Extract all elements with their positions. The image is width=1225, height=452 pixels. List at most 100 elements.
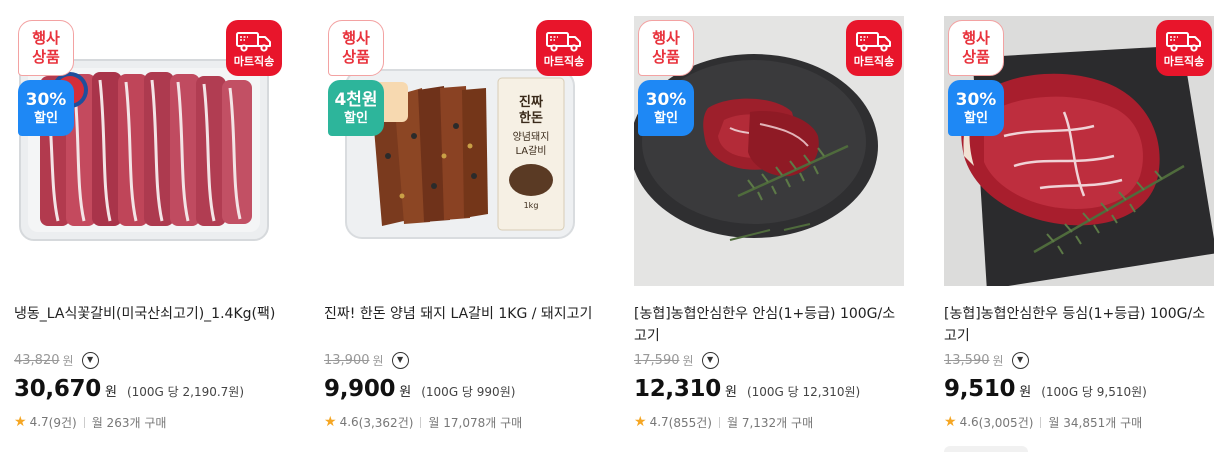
product-title[interactable]: 냉동_LA식꽃갈비(미국산쇠고기)_1.4Kg(팩)	[14, 303, 284, 325]
event-badge: 행사 상품	[328, 20, 384, 76]
price-row: 12,310 원 (100G 당 12,310원)	[634, 376, 860, 406]
truck-icon	[546, 31, 581, 52]
discount-amount: 30%	[955, 89, 997, 110]
star-icon: ★	[944, 414, 957, 430]
star-icon: ★	[324, 414, 337, 430]
chevron-down-icon[interactable]: ▼	[1011, 351, 1029, 369]
sale-price: 30,670	[14, 376, 101, 402]
original-price-row: 17,590 원 ▼	[634, 351, 719, 369]
mart-delivery-badge: 마트직송	[846, 20, 902, 76]
original-price: 13,590	[944, 352, 990, 368]
sale-price-unit: 원	[399, 385, 412, 400]
svg-text:1kg: 1kg	[524, 201, 539, 210]
sale-price: 9,900	[324, 376, 396, 402]
monthly-purchases: 월 7,132개 구매	[726, 415, 814, 430]
unit-price: (100G 당 2,190.7원)	[126, 385, 245, 399]
unit-price: (100G 당 9,510원)	[1041, 385, 1147, 399]
svg-text:양념돼지: 양념돼지	[513, 131, 550, 143]
product-title[interactable]: [농협]농협안심한우 등심(1+등급) 100G/소고기	[944, 303, 1214, 347]
rating-value: 4.6	[339, 415, 359, 429]
product-image[interactable]: 행사 상품 30% 할인 마트직송	[634, 16, 904, 286]
product-card[interactable]: 행사 상품 30% 할인 마트직송 [농협]농협안심한우 등심(1+등급) 10…	[944, 0, 1216, 452]
unit-price: (100G 당 12,310원)	[746, 385, 861, 399]
star-icon: ★	[14, 414, 27, 430]
discount-label: 할인	[964, 110, 988, 126]
mart-delivery-label: 마트직송	[233, 54, 275, 68]
discount-badge: 4천원 할인	[328, 80, 384, 136]
sale-price-unit: 원	[1019, 385, 1032, 400]
truck-icon	[1166, 31, 1201, 52]
star-icon: ★	[634, 414, 647, 430]
rating-row: ★ 4.7 (9건) 월 263개 구매	[14, 413, 166, 431]
sale-price-unit: 원	[104, 385, 117, 400]
sale-price: 9,510	[944, 376, 1016, 402]
divider	[718, 416, 720, 428]
original-price-row: 43,820 원 ▼	[14, 351, 99, 369]
product-grid: 행사 상품 30% 할인 마트직송 냉동_LA식꽃갈비(미국산쇠고기)_1.4K…	[0, 0, 1225, 452]
rating-value: 4.7	[649, 415, 669, 429]
chevron-down-icon[interactable]: ▼	[701, 351, 719, 369]
product-title[interactable]: 진짜! 한돈 양념 돼지 LA갈비 1KG / 돼지고기	[324, 303, 594, 325]
truck-icon	[236, 31, 271, 52]
discount-label: 할인	[654, 110, 678, 126]
review-count: (855건)	[668, 415, 712, 430]
mart-delivery-badge: 마트직송	[1156, 20, 1212, 76]
product-image[interactable]: 행사 상품 30% 할인 마트직송	[14, 16, 284, 286]
monthly-purchases: 월 34,851개 구매	[1048, 415, 1143, 430]
divider	[420, 416, 422, 428]
svg-text:LA갈비: LA갈비	[515, 144, 546, 157]
product-card[interactable]: 행사 상품 30% 할인 마트직송 냉동_LA식꽃갈비(미국산쇠고기)_1.4K…	[14, 0, 286, 452]
review-count: (9건)	[48, 415, 77, 430]
mart-delivery-badge: 마트직송	[536, 20, 592, 76]
price-row: 9,900 원 (100G 당 990원)	[324, 376, 515, 406]
svg-text:한돈: 한돈	[519, 110, 543, 126]
discount-label: 할인	[34, 110, 58, 126]
add-to-cart-button[interactable]	[944, 446, 1028, 452]
product-title[interactable]: [농협]농협안심한우 안심(1+등급) 100G/소고기	[634, 303, 904, 347]
chevron-down-icon[interactable]: ▼	[391, 351, 409, 369]
mart-delivery-badge: 마트직송	[226, 20, 282, 76]
price-row: 30,670 원 (100G 당 2,190.7원)	[14, 376, 244, 406]
review-count: (3,362건)	[358, 415, 414, 430]
divider	[1040, 416, 1042, 428]
product-image[interactable]: 행사 상품 30% 할인 마트직송	[944, 16, 1214, 286]
mart-delivery-label: 마트직송	[543, 54, 585, 68]
rating-row: ★ 4.6 (3,362건) 월 17,078개 구매	[324, 413, 522, 431]
monthly-purchases: 월 17,078개 구매	[428, 415, 523, 430]
truck-icon	[856, 31, 891, 52]
discount-badge: 30% 할인	[638, 80, 694, 136]
original-price-row: 13,590 원 ▼	[944, 351, 1029, 369]
review-count: (3,005건)	[978, 415, 1034, 430]
discount-badge: 30% 할인	[18, 80, 74, 136]
discount-label: 할인	[344, 110, 368, 126]
sale-price-unit: 원	[724, 385, 737, 400]
unit-price: (100G 당 990원)	[421, 385, 516, 399]
event-badge: 행사 상품	[18, 20, 74, 76]
rating-row: ★ 4.7 (855건) 월 7,132개 구매	[634, 413, 813, 431]
monthly-purchases: 월 263개 구매	[91, 415, 167, 430]
mart-delivery-label: 마트직송	[853, 54, 895, 68]
original-price-unit: 원	[372, 353, 384, 368]
price-row: 9,510 원 (100G 당 9,510원)	[944, 376, 1147, 406]
rating-value: 4.6	[959, 415, 979, 429]
divider	[83, 416, 85, 428]
product-card[interactable]: 행사 상품 30% 할인 마트직송 [농협]농협안심한우 안심(1+등급) 10…	[634, 0, 906, 452]
original-price-unit: 원	[682, 353, 694, 368]
event-badge: 행사 상품	[948, 20, 1004, 76]
discount-amount: 30%	[25, 89, 67, 110]
rating-value: 4.7	[29, 415, 49, 429]
sale-price: 12,310	[634, 376, 721, 402]
original-price-unit: 원	[992, 353, 1004, 368]
original-price: 13,900	[324, 352, 370, 368]
original-price-unit: 원	[62, 353, 74, 368]
event-badge: 행사 상품	[638, 20, 694, 76]
mart-delivery-label: 마트직송	[1163, 54, 1205, 68]
original-price: 17,590	[634, 352, 680, 368]
product-image[interactable]: 진짜 한돈 양념돼지 LA갈비 1kg 행사 상품 4천원 할인 마트직송	[324, 16, 594, 286]
discount-badge: 30% 할인	[948, 80, 1004, 136]
chevron-down-icon[interactable]: ▼	[81, 351, 99, 369]
product-card[interactable]: 진짜 한돈 양념돼지 LA갈비 1kg 행사 상품 4천원 할인 마트직송 진짜…	[324, 0, 596, 452]
original-price-row: 13,900 원 ▼	[324, 351, 409, 369]
rating-row: ★ 4.6 (3,005건) 월 34,851개 구매	[944, 413, 1142, 431]
discount-amount: 4천원	[334, 89, 378, 110]
